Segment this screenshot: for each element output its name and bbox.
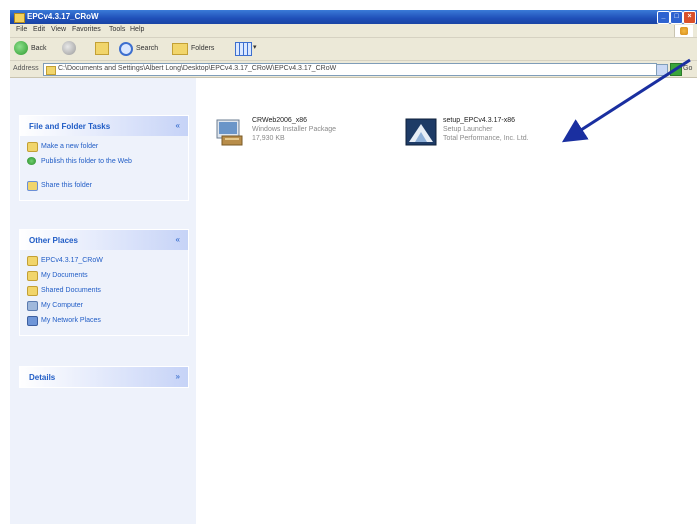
views-dropdown-icon: ▾ [253,44,257,51]
details-panel: Details » [19,366,189,388]
folder-icon [46,66,56,75]
place-item-my-documents[interactable]: My Documents [20,269,188,284]
address-label: Address [13,65,39,72]
computer-icon [27,301,38,311]
window-title: EPCv4.3.17_CRoW [27,12,99,21]
file-name: setup_EPCv4.3.17-x86 [443,117,515,124]
back-button[interactable]: Back [14,41,58,56]
forward-arrow-icon [62,41,76,55]
search-icon [119,42,133,56]
folders-icon [172,43,188,55]
panel-header[interactable]: File and Folder Tasks « [20,116,188,136]
panel-title: Other Places [29,236,78,245]
menu-file[interactable]: File [16,26,27,33]
task-label: Make a new folder [41,143,99,150]
network-icon [27,316,38,326]
place-label: Shared Documents [41,287,101,294]
shared-folder-icon [27,286,38,296]
menu-edit[interactable]: Edit [33,26,45,33]
place-item-shared-documents[interactable]: Shared Documents [20,284,188,299]
views-button[interactable]: ▾ [235,41,261,56]
close-button[interactable]: × [683,11,696,24]
address-path: C:\Documents and Settings\Albert Long\De… [58,65,337,72]
file-type: Windows Installer Package [252,126,337,133]
views-icon [235,42,252,56]
folders-label: Folders [191,45,215,52]
panel-title: Details [29,373,56,382]
minimize-button[interactable]: _ [657,11,670,24]
menu-favorites[interactable]: Favorites [72,26,101,33]
back-arrow-icon [14,41,28,55]
up-folder-button[interactable] [93,41,111,56]
title-bar[interactable]: EPCv4.3.17_CRoW _ □ × [10,10,697,24]
address-input[interactable]: C:\Documents and Settings\Albert Long\De… [43,63,657,76]
search-button[interactable]: Search [119,41,169,56]
task-pane: File and Folder Tasks « Make a new folde… [10,78,196,524]
setup-launcher-icon [405,118,437,146]
task-item-publish-web[interactable]: Publish this folder to the Web [20,155,188,179]
menu-view[interactable]: View [51,26,66,33]
toolbar: Back Search Folders ▾ [10,38,697,61]
panel-title: File and Folder Tasks [29,122,111,131]
up-folder-icon [95,42,109,55]
other-places-panel: Other Places « EPCv4.3.17_CRoW My Docume… [19,229,189,336]
task-item-share-folder[interactable]: Share this folder [20,179,188,194]
folder-icon [14,13,25,23]
file-name: CRWeb2006_x86 [252,117,308,124]
collapse-chevron-icon[interactable]: « [176,121,180,130]
menu-tools[interactable]: Tools [109,26,125,33]
file-type: Setup Launcher [443,126,493,133]
file-list: CRWeb2006_x86 Windows Installer Package … [196,78,697,524]
place-label: My Computer [41,302,84,309]
file-size: 17,930 KB [252,135,285,142]
task-item-new-folder[interactable]: Make a new folder [20,140,188,155]
collapse-chevron-icon[interactable]: « [176,235,180,244]
address-bar: Address C:\Documents and Settings\Albert… [10,61,697,78]
explorer-window: EPCv4.3.17_CRoW _ □ × File Edit View Fav… [10,10,697,524]
publish-web-icon [27,157,36,165]
file-item-setup[interactable]: setup_EPCv4.3.17-x86 Setup Launcher Tota… [405,116,585,152]
expand-chevron-icon[interactable]: » [176,372,180,381]
place-label: My Documents [41,272,88,279]
file-item-installer[interactable]: CRWeb2006_x86 Windows Installer Package … [214,116,364,152]
task-label: Share this folder [41,182,92,189]
place-label: EPCv4.3.17_CRoW [41,257,103,264]
menu-bar: File Edit View Favorites Tools Help [10,24,697,38]
go-button[interactable]: Go [683,65,692,72]
maximize-button[interactable]: □ [670,11,683,24]
forward-button[interactable] [62,41,86,56]
file-description: Total Performance, Inc. Ltd. [443,135,529,142]
place-item-my-computer[interactable]: My Computer [20,299,188,314]
folder-icon [27,256,38,266]
panel-header[interactable]: Details » [20,367,188,387]
windows-logo-icon [674,25,693,37]
new-folder-icon [27,142,38,152]
panel-header[interactable]: Other Places « [20,230,188,250]
menu-help[interactable]: Help [130,26,144,33]
go-arrow-icon[interactable] [670,63,682,76]
place-item-network-places[interactable]: My Network Places [20,314,188,329]
back-label: Back [31,45,47,52]
place-item-parent-folder[interactable]: EPCv4.3.17_CRoW [20,254,188,269]
share-folder-icon [27,181,38,191]
installer-package-icon [216,119,243,146]
place-label: My Network Places [41,317,101,324]
task-label: Publish this folder to the Web [41,158,132,165]
address-dropdown-button[interactable] [656,64,668,76]
file-folder-tasks-panel: File and Folder Tasks « Make a new folde… [19,115,189,201]
folders-button[interactable]: Folders [172,41,226,56]
documents-folder-icon [27,271,38,281]
search-label: Search [136,45,159,52]
